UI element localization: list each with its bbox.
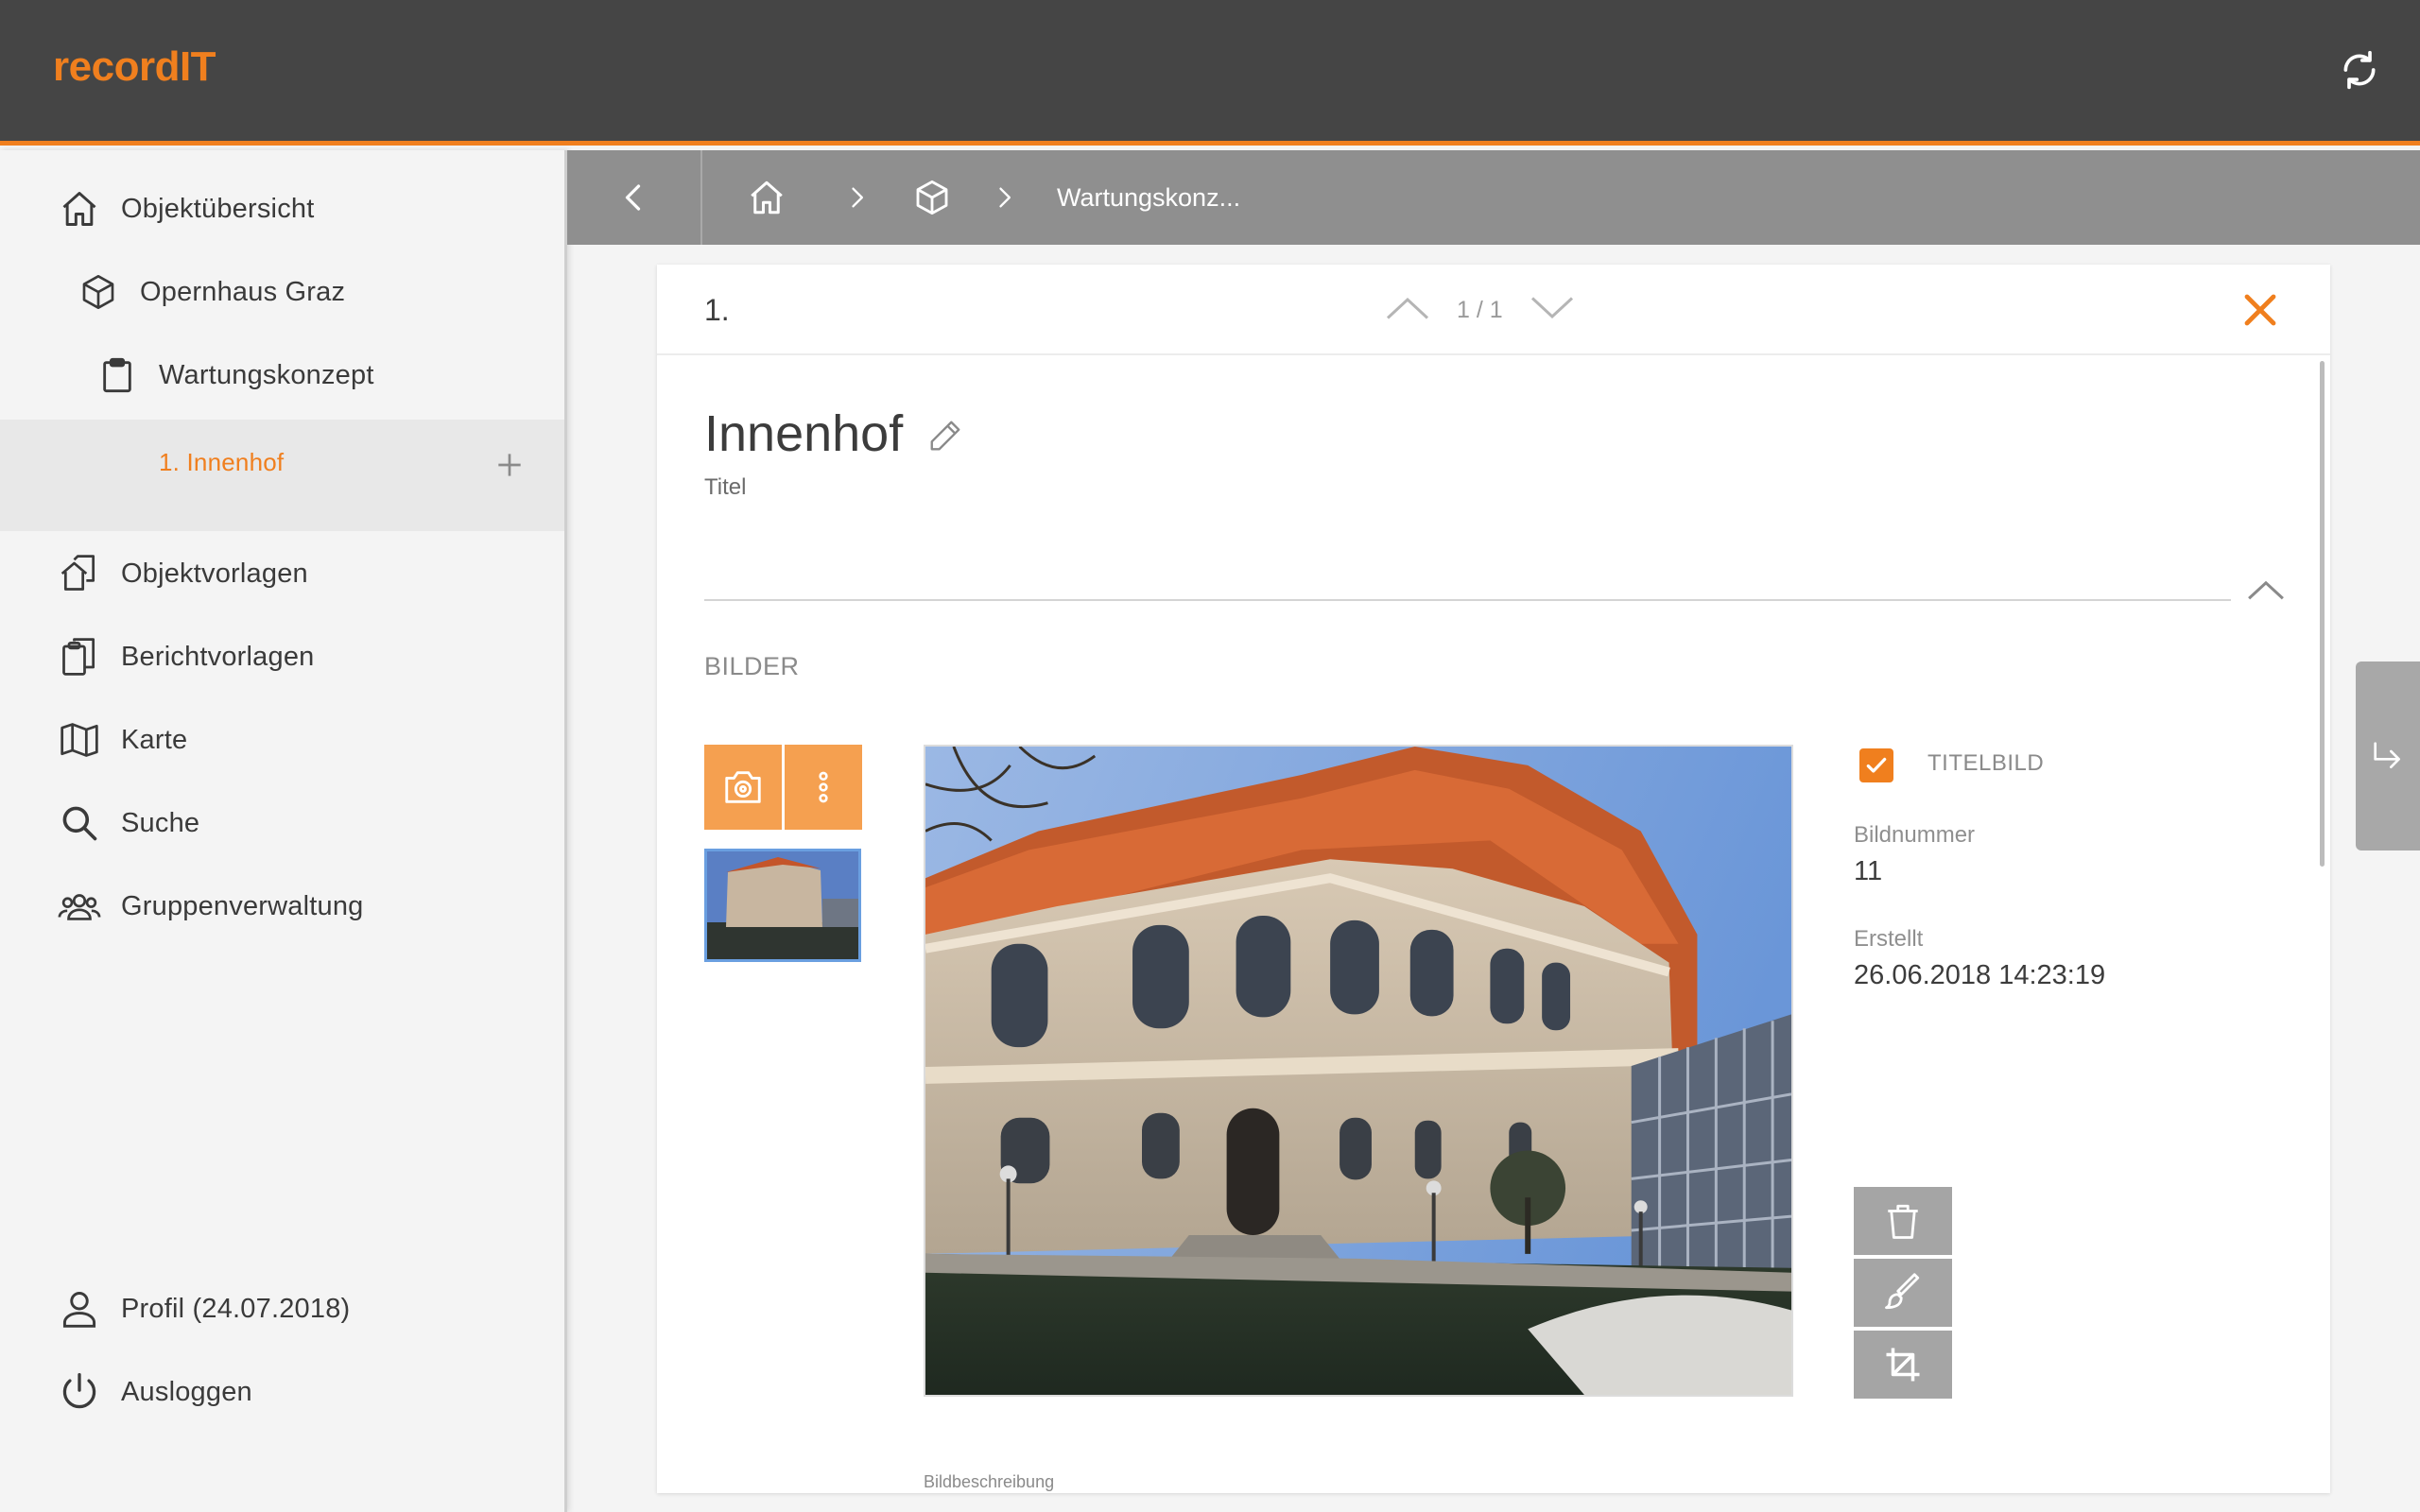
chevron-right-icon <box>852 187 863 208</box>
image-number-label: Bildnummer <box>1854 822 1976 848</box>
top-bar: recordIT <box>0 0 2420 146</box>
collapse-section-button[interactable] <box>2245 576 2292 624</box>
sidebar-item-opernhaus-graz[interactable]: Opernhaus Graz <box>0 250 564 334</box>
sidebar-item-label: Objektübersicht <box>121 193 315 224</box>
sidebar-item-karte[interactable]: Karte <box>0 698 564 782</box>
item-number: 1. <box>704 293 730 327</box>
chevron-left-icon <box>625 184 640 211</box>
image-thumbnail[interactable] <box>704 849 861 962</box>
draw-on-image-button[interactable] <box>1854 1259 1952 1327</box>
sidebar-item-suche[interactable]: Suche <box>0 782 564 865</box>
chevron-up-icon <box>1386 297 1429 319</box>
more-vertical-icon <box>819 771 828 803</box>
sidebar-item-label: Opernhaus Graz <box>140 276 346 307</box>
camera-icon <box>725 771 761 803</box>
title-label: Titel <box>704 474 747 500</box>
sidebar-item-label: Wartungskonzept <box>159 359 374 390</box>
created-label: Erstellt <box>1854 926 1924 952</box>
sidebar-item-gruppenverwaltung[interactable]: Gruppenverwaltung <box>0 865 564 948</box>
breadcrumb-object[interactable] <box>913 175 951 220</box>
plus-icon <box>498 454 521 476</box>
cover-image-checkbox[interactable] <box>1859 748 1893 782</box>
scrollbar[interactable] <box>2320 361 2325 867</box>
sidebar-item-label: Suche <box>121 807 200 838</box>
pager-count: 1 / 1 <box>1457 296 1503 323</box>
image-number-value: 11 <box>1854 856 1883 886</box>
app-logo: recordIT <box>53 43 216 90</box>
trash-icon <box>1888 1204 1918 1239</box>
more-options-button[interactable] <box>785 745 862 830</box>
crop-icon <box>1886 1348 1920 1382</box>
delete-image-button[interactable] <box>1854 1187 1952 1255</box>
sidebar-item-label: Karte <box>121 724 188 755</box>
page-title: Innenhof <box>704 405 904 462</box>
brush-icon <box>1885 1273 1920 1310</box>
close-icon <box>2244 294 2276 326</box>
created-value: 26.06.2018 14:23:19 <box>1854 960 2106 990</box>
close-button[interactable] <box>2238 287 2283 333</box>
report-templates-icon <box>57 634 102 679</box>
cube-icon <box>76 269 121 315</box>
sidebar-item-label: Ausloggen <box>121 1376 252 1407</box>
section-title: BILDER <box>704 652 800 680</box>
detail-card: 1. 1 / 1 Innenhof Titel BILDER TITELBILD… <box>657 265 2330 1493</box>
sidebar-item-label: Berichtvorlagen <box>121 641 315 672</box>
sync-button[interactable] <box>2333 43 2386 96</box>
sidebar-item-wartungskonzept[interactable]: Wartungskonzept <box>0 334 564 417</box>
group-icon <box>57 884 102 929</box>
chevron-right-icon <box>999 187 1011 208</box>
breadcrumb-current-label: Wartungskonz... <box>1057 182 1241 212</box>
side-panel-toggle[interactable] <box>2356 662 2420 850</box>
card-header: 1. 1 / 1 <box>657 265 2330 355</box>
pager: 1 / 1 <box>1385 291 1575 329</box>
breadcrumb: Wartungskonz... <box>567 150 2420 245</box>
previous-button[interactable] <box>1385 294 1430 327</box>
section-divider <box>704 599 2231 601</box>
sidebar: Objektübersicht Opernhaus Graz Wartungsk… <box>0 150 567 1512</box>
crop-image-button[interactable] <box>1854 1331 1952 1399</box>
next-button[interactable] <box>1530 294 1575 327</box>
sidebar-item-label: Objektvorlagen <box>121 558 308 589</box>
pencil-icon <box>930 421 960 451</box>
sidebar-item-label: Gruppenverwaltung <box>121 890 364 921</box>
cover-image-label: TITELBILD <box>1927 750 2045 776</box>
map-icon <box>57 717 102 763</box>
cube-icon <box>916 180 948 215</box>
checkmark-icon <box>1866 757 1887 773</box>
sidebar-item-objektuebersicht[interactable]: Objektübersicht <box>0 167 564 250</box>
home-icon <box>57 186 102 232</box>
sync-icon <box>2343 50 2376 90</box>
back-button[interactable] <box>567 150 702 245</box>
user-icon <box>57 1286 102 1332</box>
sidebar-item-profil[interactable]: Profil (24.07.2018) <box>0 1267 564 1350</box>
main-photo[interactable] <box>924 745 1793 1397</box>
sidebar-item-innenhof[interactable]: 1. Innenhof <box>0 420 564 531</box>
power-icon <box>57 1369 102 1415</box>
logout-button[interactable]: Ausloggen <box>0 1350 564 1434</box>
breadcrumb-current[interactable]: Wartungskonz... <box>1057 175 1240 220</box>
breadcrumb-home[interactable] <box>747 175 786 220</box>
add-photo-button[interactable] <box>704 745 782 830</box>
search-icon <box>57 800 102 846</box>
add-child-button[interactable] <box>491 446 528 484</box>
sidebar-item-objektvorlagen[interactable]: Objektvorlagen <box>0 532 564 615</box>
sidebar-item-label: Profil (24.07.2018) <box>121 1293 351 1324</box>
edit-title-button[interactable] <box>927 418 965 455</box>
clipboard-icon <box>95 352 140 398</box>
sidebar-item-label: 1. Innenhof <box>159 448 285 476</box>
breadcrumb-separator <box>843 175 870 220</box>
chevron-down-icon <box>1530 296 1573 318</box>
breadcrumb-separator <box>991 175 1017 220</box>
home-icon <box>751 180 783 215</box>
object-templates-icon <box>57 551 102 596</box>
chevron-up-icon <box>2248 580 2284 600</box>
arrow-right-icon <box>2374 742 2400 768</box>
sidebar-item-berichtvorlagen[interactable]: Berichtvorlagen <box>0 615 564 698</box>
description-label: Bildbeschreibung <box>924 1472 1055 1491</box>
